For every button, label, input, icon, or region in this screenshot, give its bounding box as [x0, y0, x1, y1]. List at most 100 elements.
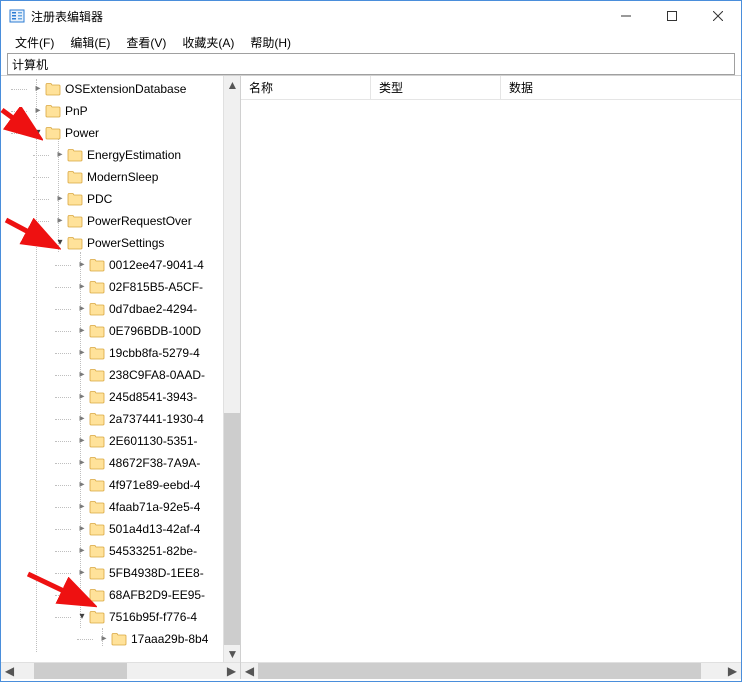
folder-icon	[45, 82, 61, 96]
scroll-thumb[interactable]	[224, 413, 240, 645]
expand-icon[interactable]: ▸	[97, 634, 111, 644]
scroll-left-arrow-icon[interactable]: ◀	[1, 663, 18, 680]
titlebar: 注册表编辑器	[1, 1, 741, 31]
expand-icon[interactable]: ▸	[53, 216, 67, 226]
tree-pane: ▸OSExtensionDatabase▸PnP▾Power▸EnergyEst…	[1, 76, 241, 679]
expand-icon[interactable]: ▸	[75, 502, 89, 512]
scroll-track[interactable]	[224, 93, 240, 645]
tree-item[interactable]: ▸ 4f971e89-eebd-4	[1, 474, 240, 496]
expand-icon[interactable]: ▸	[53, 194, 67, 204]
expand-icon[interactable]: ▸	[31, 106, 45, 116]
tree-item[interactable]: ▸ 0E796BDB-100D	[1, 320, 240, 342]
tree-item[interactable]: ▾PowerSettings	[1, 232, 240, 254]
tree-item[interactable]: ▸ 48672F38-7A9A-	[1, 452, 240, 474]
list-body[interactable]	[241, 100, 741, 662]
scroll-left-arrow-icon[interactable]: ◀	[241, 663, 258, 680]
tree-item-label: 54533251-82be-	[109, 544, 197, 558]
tree-item-label: 7516b95f-f776-4	[109, 610, 197, 624]
tree-item[interactable]: ▸0012ee47-9041-4	[1, 254, 240, 276]
menu-favorites[interactable]: 收藏夹(A)	[174, 32, 242, 53]
scroll-right-arrow-icon[interactable]: ▶	[724, 663, 741, 680]
folder-icon	[111, 632, 127, 646]
window-title: 注册表编辑器	[31, 8, 603, 25]
tree-item[interactable]: ▸501a4d13-42af-4	[1, 518, 240, 540]
folder-icon	[67, 192, 83, 206]
tree-item-label: 2a737441-1930-4	[109, 412, 204, 426]
expand-icon[interactable]: ▸	[75, 590, 89, 600]
tree-item-label: 0E796BDB-100D	[109, 324, 201, 338]
scroll-track[interactable]	[258, 663, 724, 679]
tree-item[interactable]: ▸PowerRequestOver	[1, 210, 240, 232]
expand-icon[interactable]: ▸	[31, 84, 45, 94]
close-button[interactable]	[695, 1, 741, 31]
menu-edit[interactable]: 编辑(E)	[62, 32, 118, 53]
tree-item[interactable]: ▸EnergyEstimation	[1, 144, 240, 166]
expand-icon[interactable]: ▸	[75, 304, 89, 314]
expand-icon[interactable]: ▸	[75, 370, 89, 380]
tree-item[interactable]: ▸4faab71a-92e5-4	[1, 496, 240, 518]
column-data[interactable]: 数据	[501, 76, 741, 99]
scroll-thumb[interactable]	[34, 663, 126, 679]
scroll-thumb[interactable]	[258, 663, 701, 679]
expand-icon[interactable]: ▸	[75, 326, 89, 336]
scroll-track[interactable]	[18, 663, 223, 679]
list-horizontal-scrollbar[interactable]: ◀ ▶	[241, 662, 741, 679]
tree-item[interactable]: ▸PnP	[1, 100, 240, 122]
menu-file[interactable]: 文件(F)	[7, 32, 62, 53]
tree-horizontal-scrollbar[interactable]: ◀ ▶	[1, 662, 240, 679]
expand-icon[interactable]: ▸	[75, 414, 89, 424]
collapse-icon[interactable]: ▾	[53, 238, 67, 248]
tree-item[interactable]: ▸ 0d7dbae2-4294-	[1, 298, 240, 320]
tree-item[interactable]: ▸5FB4938D-1EE8-	[1, 562, 240, 584]
minimize-button[interactable]	[603, 1, 649, 31]
scroll-right-arrow-icon[interactable]: ▶	[223, 663, 240, 680]
folder-icon	[89, 522, 105, 536]
tree-item[interactable]: ModernSleep	[1, 166, 240, 188]
expand-icon[interactable]: ▸	[75, 524, 89, 534]
tree-item-label: 48672F38-7A9A-	[109, 456, 200, 470]
tree-item-label: 0d7dbae2-4294-	[109, 302, 197, 316]
expand-icon[interactable]: ▸	[75, 458, 89, 468]
tree-item[interactable]: ▸17aaa29b-8b4	[1, 628, 240, 650]
tree-item[interactable]: ▾Power	[1, 122, 240, 144]
tree-item[interactable]: ▸ 245d8541-3943-	[1, 386, 240, 408]
tree-item[interactable]: ▸ 02F815B5-A5CF-	[1, 276, 240, 298]
folder-icon	[89, 346, 105, 360]
scroll-up-arrow-icon[interactable]: ▲	[224, 76, 241, 93]
tree-vertical-scrollbar[interactable]: ▲ ▼	[223, 76, 240, 662]
expand-icon[interactable]: ▸	[75, 568, 89, 578]
tree-item-label: 02F815B5-A5CF-	[109, 280, 203, 294]
tree-view[interactable]: ▸OSExtensionDatabase▸PnP▾Power▸EnergyEst…	[1, 76, 240, 662]
expand-icon[interactable]: ▸	[75, 392, 89, 402]
menu-view[interactable]: 查看(V)	[118, 32, 174, 53]
expand-icon[interactable]: ▸	[75, 282, 89, 292]
menu-help[interactable]: 帮助(H)	[242, 32, 299, 53]
expand-icon[interactable]: ▸	[53, 150, 67, 160]
scroll-down-arrow-icon[interactable]: ▼	[224, 645, 241, 662]
expand-icon[interactable]: ▸	[75, 436, 89, 446]
column-type[interactable]: 类型	[371, 76, 501, 99]
tree-item[interactable]: ▾ 7516b95f-f776-4	[1, 606, 240, 628]
expand-icon[interactable]: ▸	[75, 260, 89, 270]
tree-item[interactable]: ▸PDC	[1, 188, 240, 210]
expand-icon[interactable]: ▸	[75, 348, 89, 358]
tree-item[interactable]: ▸238C9FA8-0AAD-	[1, 364, 240, 386]
collapse-icon[interactable]: ▾	[75, 612, 89, 622]
collapse-icon[interactable]: ▾	[31, 128, 45, 138]
tree-item[interactable]: ▸ 54533251-82be-	[1, 540, 240, 562]
address-bar[interactable]: 计算机	[7, 53, 735, 75]
tree-item[interactable]: ▸2E601130-5351-	[1, 430, 240, 452]
tree-item-label: 68AFB2D9-EE95-	[109, 588, 205, 602]
tree-item-label: 4f971e89-eebd-4	[109, 478, 200, 492]
tree-item[interactable]: ▸ 2a737441-1930-4	[1, 408, 240, 430]
folder-icon	[67, 148, 83, 162]
maximize-button[interactable]	[649, 1, 695, 31]
tree-item[interactable]: ▸OSExtensionDatabase	[1, 78, 240, 100]
expand-icon[interactable]: ▸	[75, 546, 89, 556]
tree-item[interactable]: ▸ 68AFB2D9-EE95-	[1, 584, 240, 606]
tree-item[interactable]: ▸19cbb8fa-5279-4	[1, 342, 240, 364]
tree-item-label: 245d8541-3943-	[109, 390, 197, 404]
expand-icon[interactable]: ▸	[75, 480, 89, 490]
column-name[interactable]: 名称	[241, 76, 371, 99]
list-header: 名称 类型 数据	[241, 76, 741, 100]
